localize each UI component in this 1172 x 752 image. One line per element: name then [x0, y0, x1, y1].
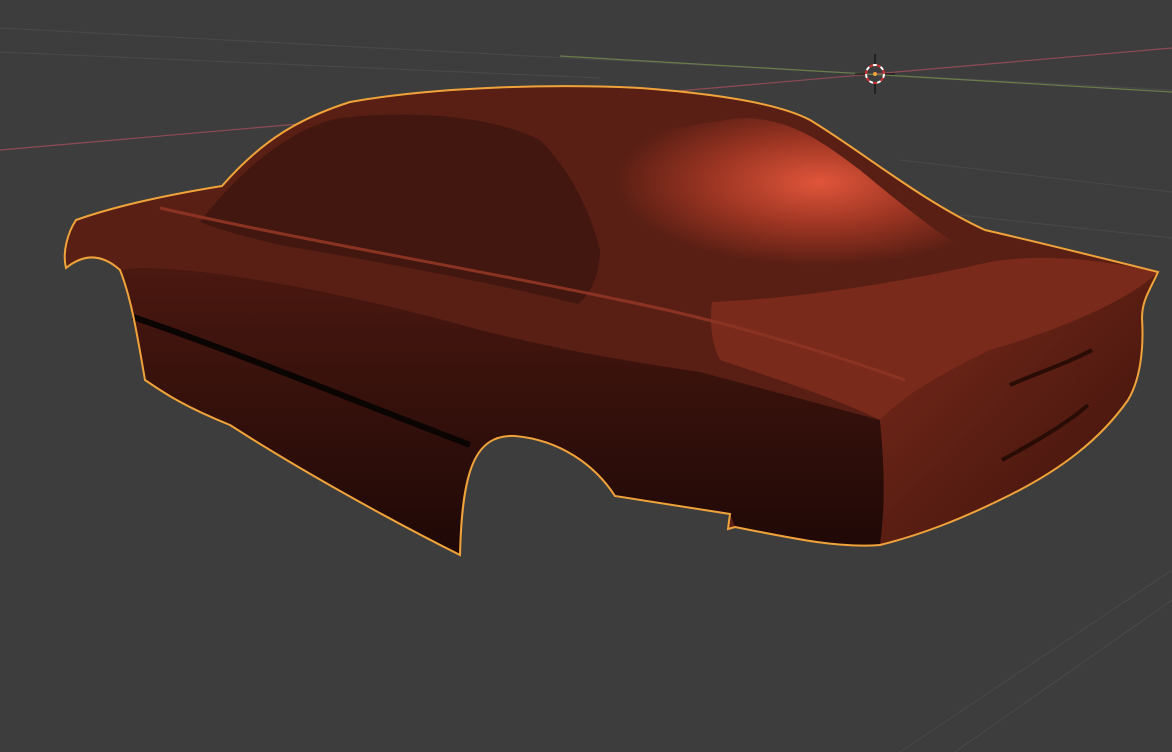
grid-line [0, 27, 1172, 91]
grid-line [899, 569, 1172, 752]
car-body-mesh[interactable] [63, 85, 1160, 557]
viewport-canvas[interactable] [0, 0, 1172, 752]
3d-cursor-icon[interactable] [855, 54, 895, 94]
cursor-center-dot [873, 72, 877, 76]
grid-line [0, 51, 601, 79]
grid-line [954, 599, 1172, 752]
grid-line [899, 159, 1172, 193]
3d-viewport[interactable] [0, 0, 1172, 752]
